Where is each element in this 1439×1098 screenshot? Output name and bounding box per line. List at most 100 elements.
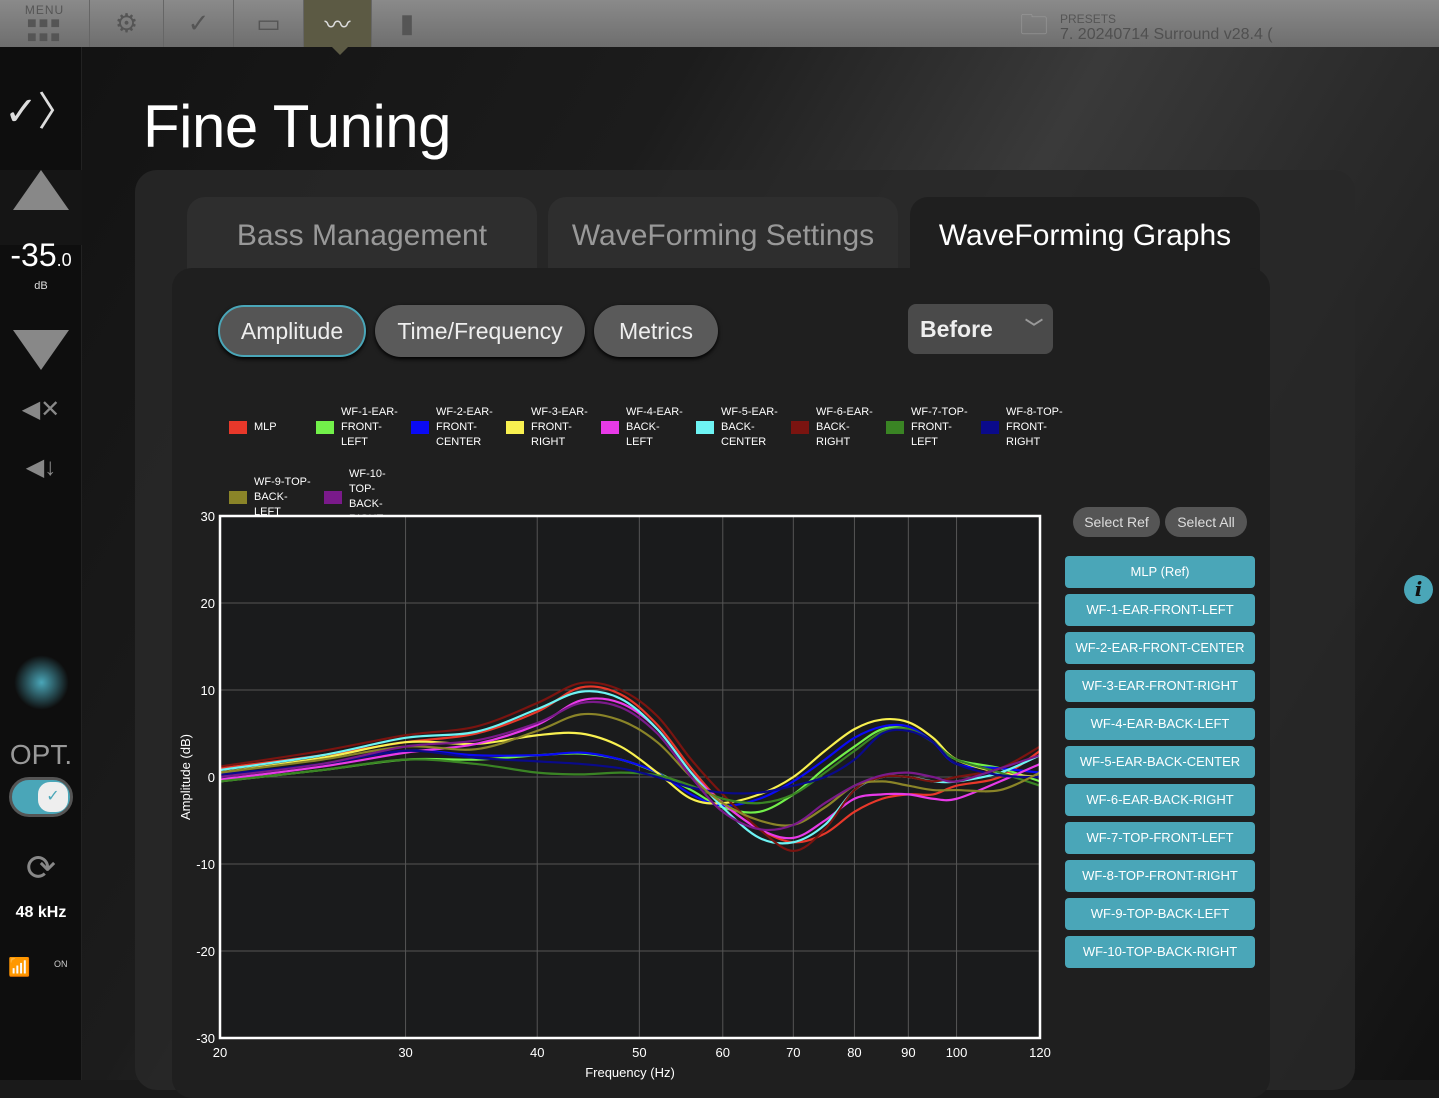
microphone-icon[interactable]: ▮ (372, 0, 442, 47)
channel-button[interactable]: WF-4-EAR-BACK-LEFT (1065, 708, 1255, 740)
x-tick-label: 80 (847, 1045, 861, 1060)
subtab-amplitude[interactable]: Amplitude (218, 305, 366, 357)
legend-swatch (229, 490, 247, 504)
x-tick-label: 100 (946, 1045, 968, 1060)
legend-swatch (886, 420, 904, 434)
tab-bass-management[interactable]: Bass Management (187, 197, 537, 272)
mic-status: ON (54, 959, 68, 969)
channel-button[interactable]: WF-6-EAR-BACK-RIGHT (1065, 784, 1255, 816)
tab-waveforming-settings[interactable]: WaveForming Settings (548, 197, 898, 272)
x-tick-label: 30 (398, 1045, 412, 1060)
channel-button[interactable]: MLP (Ref) (1065, 556, 1255, 588)
sidebar: ✓〉 -35.0 dB ◀✕ ◀↓ OPT. ✓ ⟳ 48 kHz 📶 ON (0, 47, 82, 1080)
legend-swatch (696, 420, 714, 434)
legend-item: WF-7-TOP-FRONT-LEFT (886, 396, 969, 458)
legend-label: WF-1-EAR-FRONT-LEFT (341, 405, 398, 448)
legend-item: WF-3-EAR-FRONT-RIGHT (506, 396, 589, 458)
triangle-up-plus-icon (13, 170, 69, 210)
legend-item: WF-4-EAR-BACK-LEFT (601, 396, 684, 458)
volume-down-button[interactable] (0, 330, 82, 370)
presets-label: PRESETS (1060, 12, 1117, 26)
room-icon[interactable]: ▭ (234, 0, 304, 47)
y-tick-label: 30 (201, 509, 215, 524)
y-tick-label: 20 (201, 596, 215, 611)
folder-icon: 🗀 (1020, 9, 1049, 40)
tab-waveforming-graphs[interactable]: WaveForming Graphs (910, 197, 1260, 272)
legend-swatch (981, 420, 999, 434)
x-tick-label: 20 (213, 1045, 227, 1060)
legend-swatch (601, 420, 619, 434)
dropdown-value: Before (920, 316, 993, 342)
triangle-down-minus-icon (13, 330, 69, 370)
channel-button[interactable]: WF-8-TOP-FRONT-RIGHT (1065, 860, 1255, 892)
volume-value: -35 (10, 237, 57, 273)
legend-label: WF-6-EAR-BACK-RIGHT (816, 405, 873, 448)
channel-button[interactable]: WF-9-TOP-BACK-LEFT (1065, 898, 1255, 930)
legend-swatch (411, 420, 429, 434)
legend-swatch (229, 420, 247, 434)
legend-label: MLP (254, 420, 277, 433)
legend-item: WF-6-EAR-BACK-RIGHT (791, 396, 874, 458)
x-tick-label: 70 (786, 1045, 800, 1060)
y-tick-label: 0 (208, 770, 215, 785)
legend-item: WF-1-EAR-FRONT-LEFT (316, 396, 399, 458)
chevron-down-icon: ﹀ (1025, 318, 1043, 338)
top-toolbar: MENU ■■■ ■■■ ⚙ ✓ ▭ 〰 ▮ 🗀 PRESETS 7. 2024071… (0, 0, 1439, 55)
legend-label: WF-5-EAR-BACK-CENTER (721, 405, 778, 448)
legend-item: WF-5-EAR-BACK-CENTER (696, 396, 779, 458)
channel-button[interactable]: WF-7-TOP-FRONT-LEFT (1065, 822, 1255, 854)
legend-item: WF-2-EAR-FRONT-CENTER (411, 396, 494, 458)
legend-swatch (791, 420, 809, 434)
channel-button[interactable]: WF-5-EAR-BACK-CENTER (1065, 746, 1255, 778)
subtab-metrics[interactable]: Metrics (594, 305, 718, 357)
x-tick-label: 90 (901, 1045, 915, 1060)
amplitude-chart: 20 30 40 50 60 70 80 90 100 1203020100-10-20-30Fr… (178, 509, 1051, 1080)
channel-button[interactable]: WF-1-EAR-FRONT-LEFT (1065, 594, 1255, 626)
legend-label: WF-3-EAR-FRONT-RIGHT (531, 405, 588, 448)
select-all-button[interactable]: Select All (1165, 507, 1247, 537)
channel-button[interactable]: WF-2-EAR-FRONT-CENTER (1065, 632, 1255, 664)
page-title: Fine Tuning (143, 93, 452, 160)
mute-icon[interactable]: ◀✕ (0, 395, 82, 424)
checkmark-icon[interactable]: ✓ (164, 0, 234, 47)
volume-decimal: .0 (56, 250, 72, 270)
input-toggle[interactable]: ✓ (0, 777, 82, 817)
channel-list: MLP (Ref) WF-1-EAR-FRONT-LEFT WF-2-EAR-FRO… (1065, 556, 1255, 974)
sample-rate: 48 kHz (15, 904, 67, 921)
settings-gear-icon[interactable]: ⚙ (90, 0, 164, 47)
check-icon: ✓ (38, 782, 68, 812)
legend-swatch (316, 420, 334, 434)
legend-label: WF-4-EAR-BACK-LEFT (626, 405, 683, 448)
channel-button[interactable]: WF-3-EAR-FRONT-RIGHT (1065, 670, 1255, 702)
graph-waveform-icon[interactable]: 〰 (304, 0, 372, 55)
xlr-input-icon[interactable] (0, 655, 82, 715)
channel-button[interactable]: WF-10-TOP-BACK-RIGHT (1065, 936, 1255, 968)
input-label: OPT. (9, 739, 73, 770)
x-tick-label: 50 (632, 1045, 646, 1060)
subtab-time-frequency[interactable]: Time/Frequency (375, 305, 585, 357)
y-tick-label: 10 (201, 683, 215, 698)
y-tick-label: -10 (196, 857, 215, 872)
clock-sync-icon: ⟳ (25, 847, 57, 888)
legend-label: WF-7-TOP-FRONT-LEFT (911, 405, 968, 448)
presets-selector[interactable]: 🗀 PRESETS 7. 20240714 Surround v28.4 ( (1020, 4, 1273, 52)
y-tick-label: -20 (196, 944, 215, 959)
x-tick-label: 60 (716, 1045, 730, 1060)
select-ref-button[interactable]: Select Ref (1073, 507, 1160, 537)
x-axis-label: Frequency (Hz) (585, 1065, 675, 1080)
volume-lower-icon[interactable]: ◀↓ (0, 453, 82, 482)
legend-item: MLP (229, 396, 304, 458)
logo-checkmark-icon[interactable]: ✓〉 (0, 79, 82, 137)
x-tick-label: 120 (1029, 1045, 1051, 1060)
info-icon[interactable]: i (1404, 575, 1433, 604)
legend-label: WF-8-TOP-FRONT-RIGHT (1006, 405, 1063, 448)
menu-button[interactable]: MENU ■■■ ■■■ (0, 0, 90, 47)
legend-swatch (324, 490, 342, 504)
y-axis-label: Amplitude (dB) (178, 734, 193, 820)
before-after-dropdown[interactable]: Before ﹀ (908, 304, 1053, 354)
volume-up-button[interactable] (0, 170, 82, 245)
legend-swatch (506, 420, 524, 434)
preset-value: 7. 20240714 Surround v28.4 ( (1060, 26, 1273, 43)
legend-item: WF-8-TOP-FRONT-RIGHT (981, 396, 1064, 458)
y-tick-label: -30 (196, 1031, 215, 1046)
